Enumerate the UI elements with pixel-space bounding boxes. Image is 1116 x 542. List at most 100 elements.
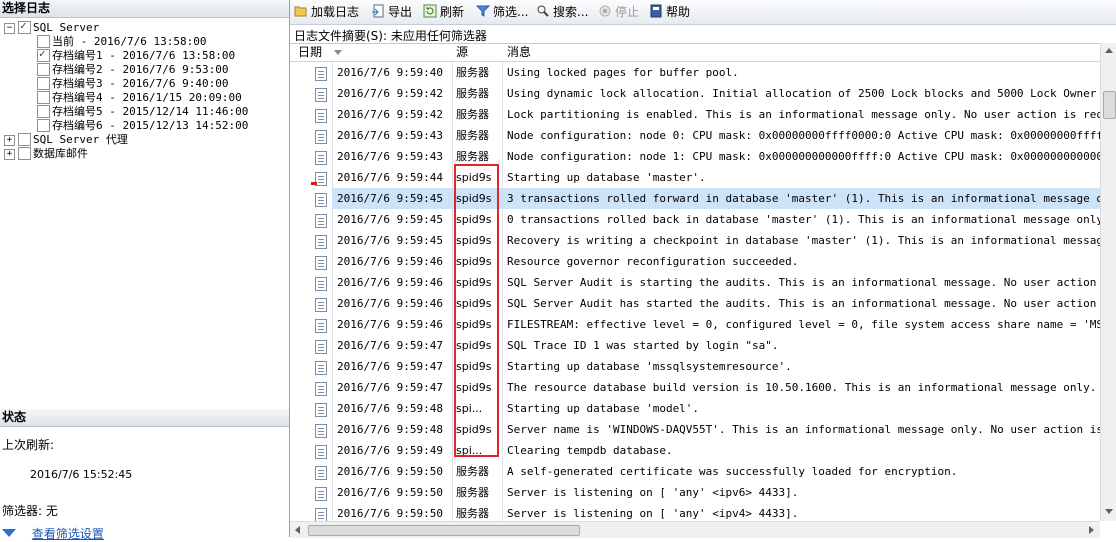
- scroll-up-arrow-icon[interactable]: [1105, 48, 1113, 53]
- column-header-source[interactable]: 源: [456, 44, 468, 61]
- log-date: 2016/7/6 9:59:45: [337, 213, 443, 226]
- tree-label: SQL Server: [33, 21, 100, 34]
- tree-node-sql-agent[interactable]: + SQL Server 代理: [0, 133, 200, 147]
- agent-checkbox[interactable]: [18, 133, 31, 146]
- tree-label: 存档编号1 - 2016/7/6 13:58:00: [52, 49, 236, 62]
- archive-checkbox[interactable]: [37, 105, 50, 118]
- vertical-scroll-thumb[interactable]: [1103, 91, 1116, 119]
- tree-node-sql-server[interactable]: − SQL Server: [0, 19, 200, 35]
- log-date: 2016/7/6 9:59:44: [337, 171, 443, 184]
- column-header-date[interactable]: 日期: [298, 44, 342, 61]
- log-entry-icon: [315, 298, 327, 312]
- log-entry-icon: [315, 193, 327, 207]
- log-date: 2016/7/6 9:59:50: [337, 507, 443, 520]
- log-message: The resource database build version is 1…: [507, 381, 1100, 394]
- view-filter-link[interactable]: 查看筛选设置: [32, 527, 104, 541]
- archive-checkbox[interactable]: [37, 63, 50, 76]
- tree-label: 存档编号6 - 2015/12/13 14:52:00: [52, 119, 249, 132]
- tree-node-db-mail[interactable]: + 数据库邮件: [0, 147, 200, 161]
- expand-icon[interactable]: +: [4, 135, 15, 146]
- scroll-left-arrow-icon[interactable]: [295, 526, 300, 534]
- log-row[interactable]: 2016/7/6 9:59:48 spid9s Server name is 'WI…: [290, 419, 1100, 440]
- expand-icon[interactable]: +: [4, 149, 15, 160]
- tree-label: 存档编号3 - 2016/7/6 9:40:00: [52, 77, 229, 90]
- scroll-right-arrow-icon[interactable]: [1089, 526, 1094, 534]
- log-row[interactable]: 2016/7/6 9:59:50 服务器 A self-generated cert…: [290, 461, 1100, 482]
- log-entry-icon: [315, 508, 327, 522]
- log-row[interactable]: 2016/7/6 9:59:48 spi... Starting up databa…: [290, 398, 1100, 419]
- log-entry-icon: [315, 235, 327, 249]
- log-row[interactable]: 2016/7/6 9:59:46 spid9s SQL Server Audit i…: [290, 272, 1100, 293]
- log-row[interactable]: 2016/7/6 9:59:45 spid9s 0 transactions rol…: [290, 209, 1100, 230]
- tree-label: 存档编号5 - 2015/12/14 11:46:00: [52, 105, 249, 118]
- log-row[interactable]: 2016/7/6 9:59:47 spid9s Starting up databa…: [290, 356, 1100, 377]
- search-button[interactable]: 搜索...: [536, 4, 588, 21]
- stop-button[interactable]: 停止: [598, 4, 639, 21]
- tree-label: 数据库邮件: [33, 147, 88, 160]
- scroll-down-arrow-icon[interactable]: [1105, 509, 1113, 514]
- log-entry-icon: [315, 109, 327, 123]
- tree-node-archive-5[interactable]: 存档编号5 - 2015/12/14 11:46:00: [0, 105, 289, 119]
- archive-checkbox[interactable]: [37, 91, 50, 104]
- log-row[interactable]: 2016/7/6 9:59:44 spid9s Starting up databa…: [290, 167, 1100, 188]
- log-row[interactable]: 2016/7/6 9:59:42 服务器 Using dynamic lock al…: [290, 83, 1100, 104]
- log-source: 服务器: [456, 108, 489, 121]
- log-row[interactable]: 2016/7/6 9:59:49 spi... Clearing tempdb da…: [290, 440, 1100, 461]
- log-row[interactable]: 2016/7/6 9:59:45 spid9s Recovery is writin…: [290, 230, 1100, 251]
- load-log-button[interactable]: 加载日志: [294, 4, 359, 21]
- log-row[interactable]: 2016/7/6 9:59:46 spid9s FILESTREAM: effect…: [290, 314, 1100, 335]
- log-row[interactable]: 2016/7/6 9:59:43 服务器 Node configuration: n…: [290, 146, 1100, 167]
- log-row[interactable]: 2016/7/6 9:59:40 服务器 Using locked pages fo…: [290, 62, 1100, 83]
- log-message: SQL Server Audit is starting the audits.…: [507, 276, 1100, 289]
- log-entry-icon: [315, 466, 327, 480]
- export-button[interactable]: 导出: [371, 4, 412, 21]
- toolbar: 加载日志 导出 刷新 筛选... 搜索... 停止 帮助: [290, 0, 1116, 25]
- export-icon: [371, 4, 385, 18]
- collapse-icon[interactable]: −: [4, 23, 15, 34]
- sql-server-checkbox[interactable]: [18, 19, 31, 34]
- log-row[interactable]: 2016/7/6 9:59:50 服务器 Server is listening o…: [290, 503, 1100, 522]
- log-message: SQL Server Audit has started the audits.…: [507, 297, 1100, 310]
- log-date: 2016/7/6 9:59:48: [337, 423, 443, 436]
- log-source: 服务器: [456, 465, 489, 478]
- log-row[interactable]: 2016/7/6 9:59:46 spid9s SQL Server Audit h…: [290, 293, 1100, 314]
- column-header-message[interactable]: 消息: [507, 44, 531, 61]
- log-message: FILESTREAM: effective level = 0, configu…: [507, 318, 1100, 331]
- archive-checkbox[interactable]: [37, 119, 50, 132]
- vertical-scrollbar[interactable]: [1100, 43, 1116, 521]
- log-row[interactable]: 2016/7/6 9:59:42 服务器 Lock partitioning is …: [290, 104, 1100, 125]
- log-message: 3 transactions rolled forward in databas…: [507, 192, 1100, 205]
- log-message: Clearing tempdb database.: [507, 444, 673, 457]
- tree-node-archive-2[interactable]: 存档编号2 - 2016/7/6 9:53:00: [0, 63, 289, 77]
- filter-button[interactable]: 筛选...: [475, 4, 528, 21]
- archive-checkbox[interactable]: [37, 77, 50, 90]
- horizontal-scroll-thumb[interactable]: [308, 525, 580, 536]
- db-mail-checkbox[interactable]: [18, 147, 31, 160]
- log-date: 2016/7/6 9:59:49: [337, 444, 443, 457]
- search-icon: [536, 4, 550, 18]
- log-message: Server is listening on [ 'any' <ipv6> 44…: [507, 486, 799, 499]
- log-entry-icon: [315, 487, 327, 501]
- select-log-title: 选择日志: [0, 0, 289, 18]
- tree-node-archive-1[interactable]: 存档编号1 - 2016/7/6 13:58:00: [0, 47, 289, 63]
- log-message: Using locked pages for buffer pool.: [507, 66, 739, 79]
- log-date: 2016/7/6 9:59:45: [337, 234, 443, 247]
- tree-node-archive-4[interactable]: 存档编号4 - 2016/1/15 20:09:00: [0, 91, 289, 105]
- log-row[interactable]: 2016/7/6 9:59:50 服务器 Server is listening o…: [290, 482, 1100, 503]
- log-row[interactable]: 2016/7/6 9:59:43 服务器 Node configuration: n…: [290, 125, 1100, 146]
- log-message: Starting up database 'mssqlsystemresourc…: [507, 360, 792, 373]
- tree-node-archive-3[interactable]: 存档编号3 - 2016/7/6 9:40:00: [0, 77, 289, 91]
- log-row[interactable]: 2016/7/6 9:59:47 spid9s The resource datab…: [290, 377, 1100, 398]
- horizontal-scrollbar[interactable]: [290, 521, 1100, 538]
- archive-checkbox[interactable]: [37, 47, 50, 62]
- tree-node-archive-6[interactable]: 存档编号6 - 2015/12/13 14:52:00: [0, 119, 289, 133]
- view-filter-row[interactable]: 查看筛选设置: [2, 525, 104, 542]
- log-message: Node configuration: node 1: CPU mask: 0x…: [507, 150, 1100, 163]
- refresh-button[interactable]: 刷新: [423, 4, 464, 21]
- log-grid: 日期 源 消息 2016/7/6 9:59:40 服务器 Using locked …: [290, 43, 1100, 522]
- help-button[interactable]: 帮助: [649, 4, 690, 21]
- log-row[interactable]: 2016/7/6 9:59:45 spid9s 3 transactions rol…: [290, 188, 1100, 209]
- log-row[interactable]: 2016/7/6 9:59:47 spid9s SQL Trace ID 1 was…: [290, 335, 1100, 356]
- load-log-label: 加载日志: [311, 5, 360, 19]
- log-row[interactable]: 2016/7/6 9:59:46 spid9s Resource governor …: [290, 251, 1100, 272]
